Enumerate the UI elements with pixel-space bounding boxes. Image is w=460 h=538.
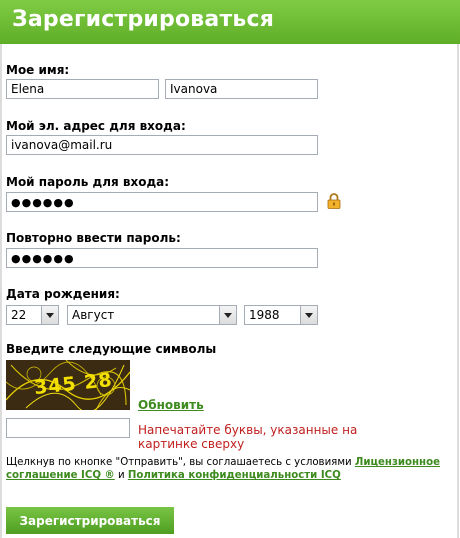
lock-icon — [327, 193, 341, 209]
captcha-input[interactable] — [6, 418, 130, 438]
last-name-input[interactable] — [165, 79, 318, 99]
captcha-image: 345 28 — [6, 360, 130, 410]
dropdown-arrow-icon[interactable] — [219, 306, 236, 324]
birth-day-value: 22 — [11, 308, 27, 322]
birth-date-label: Дата рождения: — [6, 287, 120, 301]
captcha-hint: Напечатайте буквы, указанные на картинке… — [138, 423, 358, 451]
birth-month-value: Август — [72, 308, 115, 322]
terms-prefix: Щелкнув по кнопке "Отправить", вы соглаш… — [6, 457, 355, 468]
frame-border-right — [457, 44, 459, 538]
birth-month-select[interactable]: Август — [67, 305, 237, 325]
repeat-password-input[interactable] — [6, 248, 318, 268]
terms-and: и — [114, 470, 128, 481]
frame-border-left — [0, 44, 2, 538]
email-input[interactable] — [6, 135, 318, 155]
first-name-input[interactable] — [6, 79, 159, 99]
register-button[interactable]: Зарегистрироваться — [6, 507, 174, 534]
dropdown-arrow-icon[interactable] — [300, 306, 317, 324]
privacy-policy-link[interactable]: Политика конфиденциальности ICQ — [128, 470, 341, 481]
page-title: Зарегистрироваться — [12, 7, 275, 32]
terms-text: Щелкнув по кнопке "Отправить", вы соглаш… — [6, 456, 454, 482]
password-input[interactable] — [6, 192, 318, 212]
captcha-label: Введите следующие символы — [6, 342, 217, 356]
birth-year-select[interactable]: 1988 — [244, 305, 318, 325]
name-label: Мое имя: — [6, 63, 70, 77]
email-label: Мой эл. адрес для входа: — [6, 119, 186, 133]
header-bar: Зарегистрироваться — [0, 0, 460, 44]
birth-year-value: 1988 — [249, 308, 280, 322]
dropdown-arrow-icon[interactable] — [41, 306, 58, 324]
password-label: Мой пароль для входа: — [6, 175, 170, 189]
refresh-captcha-link[interactable]: Обновить — [138, 398, 204, 412]
repeat-password-label: Повторно ввести пароль: — [6, 231, 181, 245]
birth-day-select[interactable]: 22 — [6, 305, 59, 325]
